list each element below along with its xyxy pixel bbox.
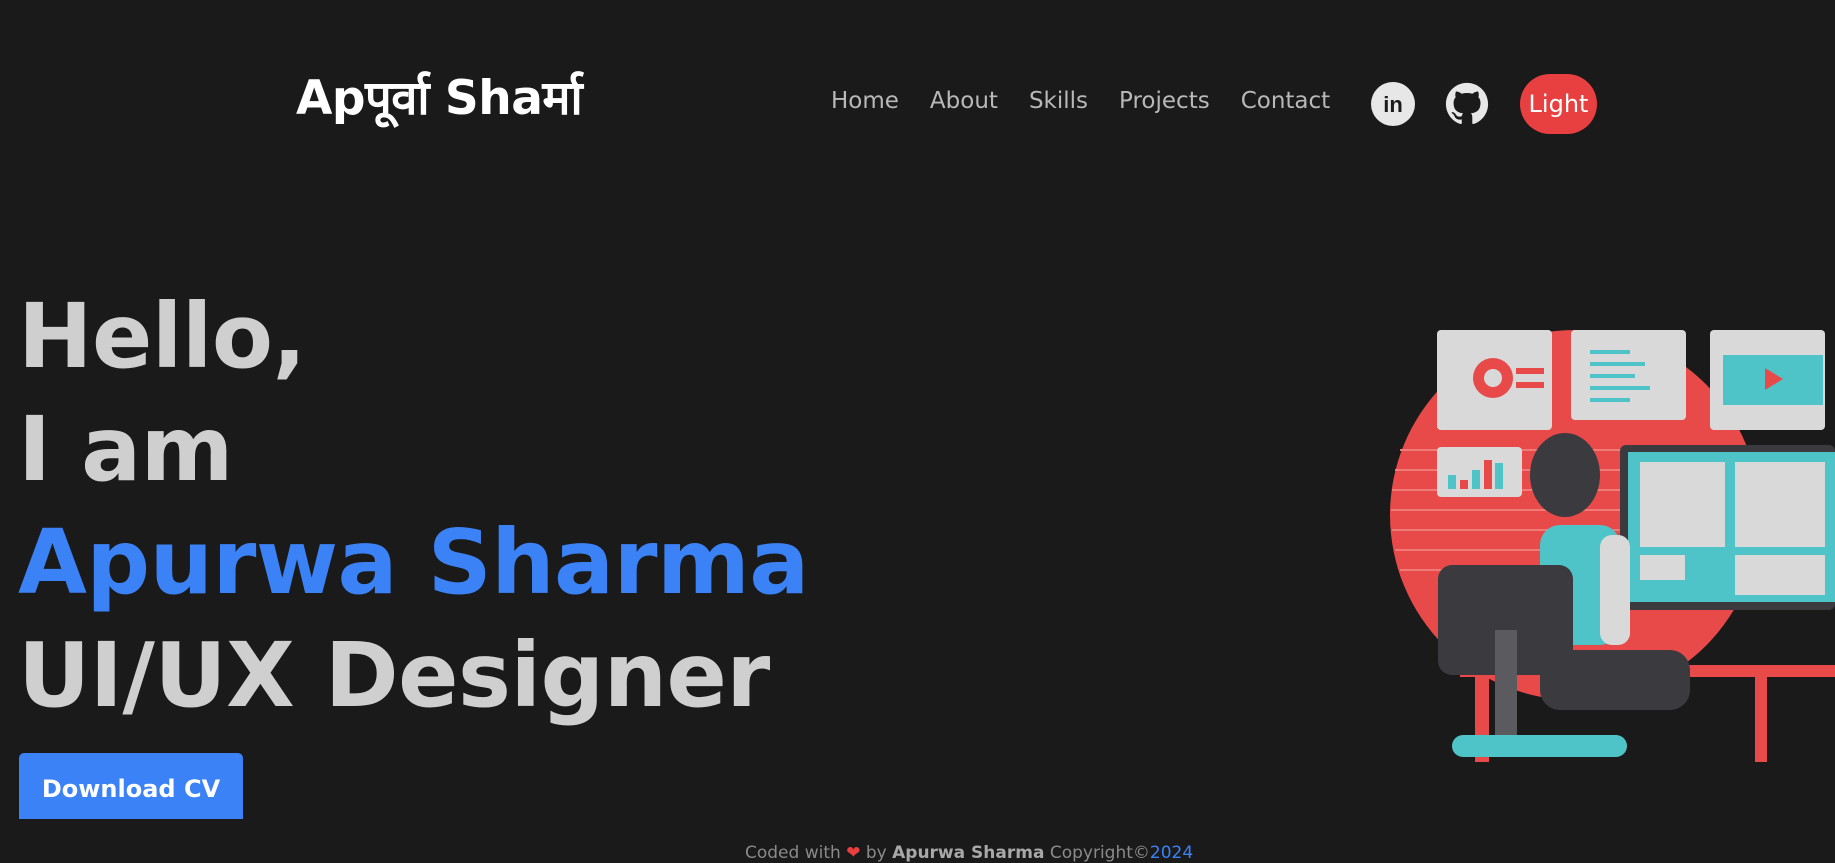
footer-author: Apurwa Sharma: [892, 843, 1045, 863]
main-nav: Home About Skills Projects Contact: [831, 88, 1361, 114]
nav-skills[interactable]: Skills: [1029, 88, 1088, 114]
hero-intro: I am: [18, 397, 233, 501]
linkedin-icon[interactable]: in: [1371, 82, 1415, 126]
heart-icon: ❤: [846, 843, 861, 863]
hero-greeting: Hello,: [18, 284, 306, 388]
github-icon[interactable]: [1445, 82, 1489, 126]
site-logo[interactable]: Apपूर्वा Shaर्मा: [296, 64, 583, 128]
download-cv-button[interactable]: Download CV: [19, 753, 243, 819]
footer-copyright: Copyright©: [1049, 843, 1150, 863]
hero-name: Apurwa Sharma: [18, 510, 809, 614]
footer-year: 2024: [1149, 843, 1194, 863]
hero-section: Hello, I am Apurwa Sharma UI/UX Designer: [18, 280, 809, 732]
nav-home[interactable]: Home: [831, 88, 899, 114]
nav-about[interactable]: About: [930, 88, 998, 114]
hero-role: UI/UX Designer: [18, 623, 770, 727]
developer-illustration: [1390, 330, 1835, 762]
footer-prefix: Coded with: [745, 843, 841, 863]
footer-by: by: [865, 843, 887, 863]
svg-text:in: in: [1383, 92, 1403, 117]
footer-credit: Coded with ❤ by Apurwa Sharma Copyright©…: [745, 843, 1193, 863]
nav-projects[interactable]: Projects: [1119, 88, 1210, 114]
nav-contact[interactable]: Contact: [1241, 88, 1330, 114]
theme-toggle-button[interactable]: Light: [1520, 74, 1597, 134]
